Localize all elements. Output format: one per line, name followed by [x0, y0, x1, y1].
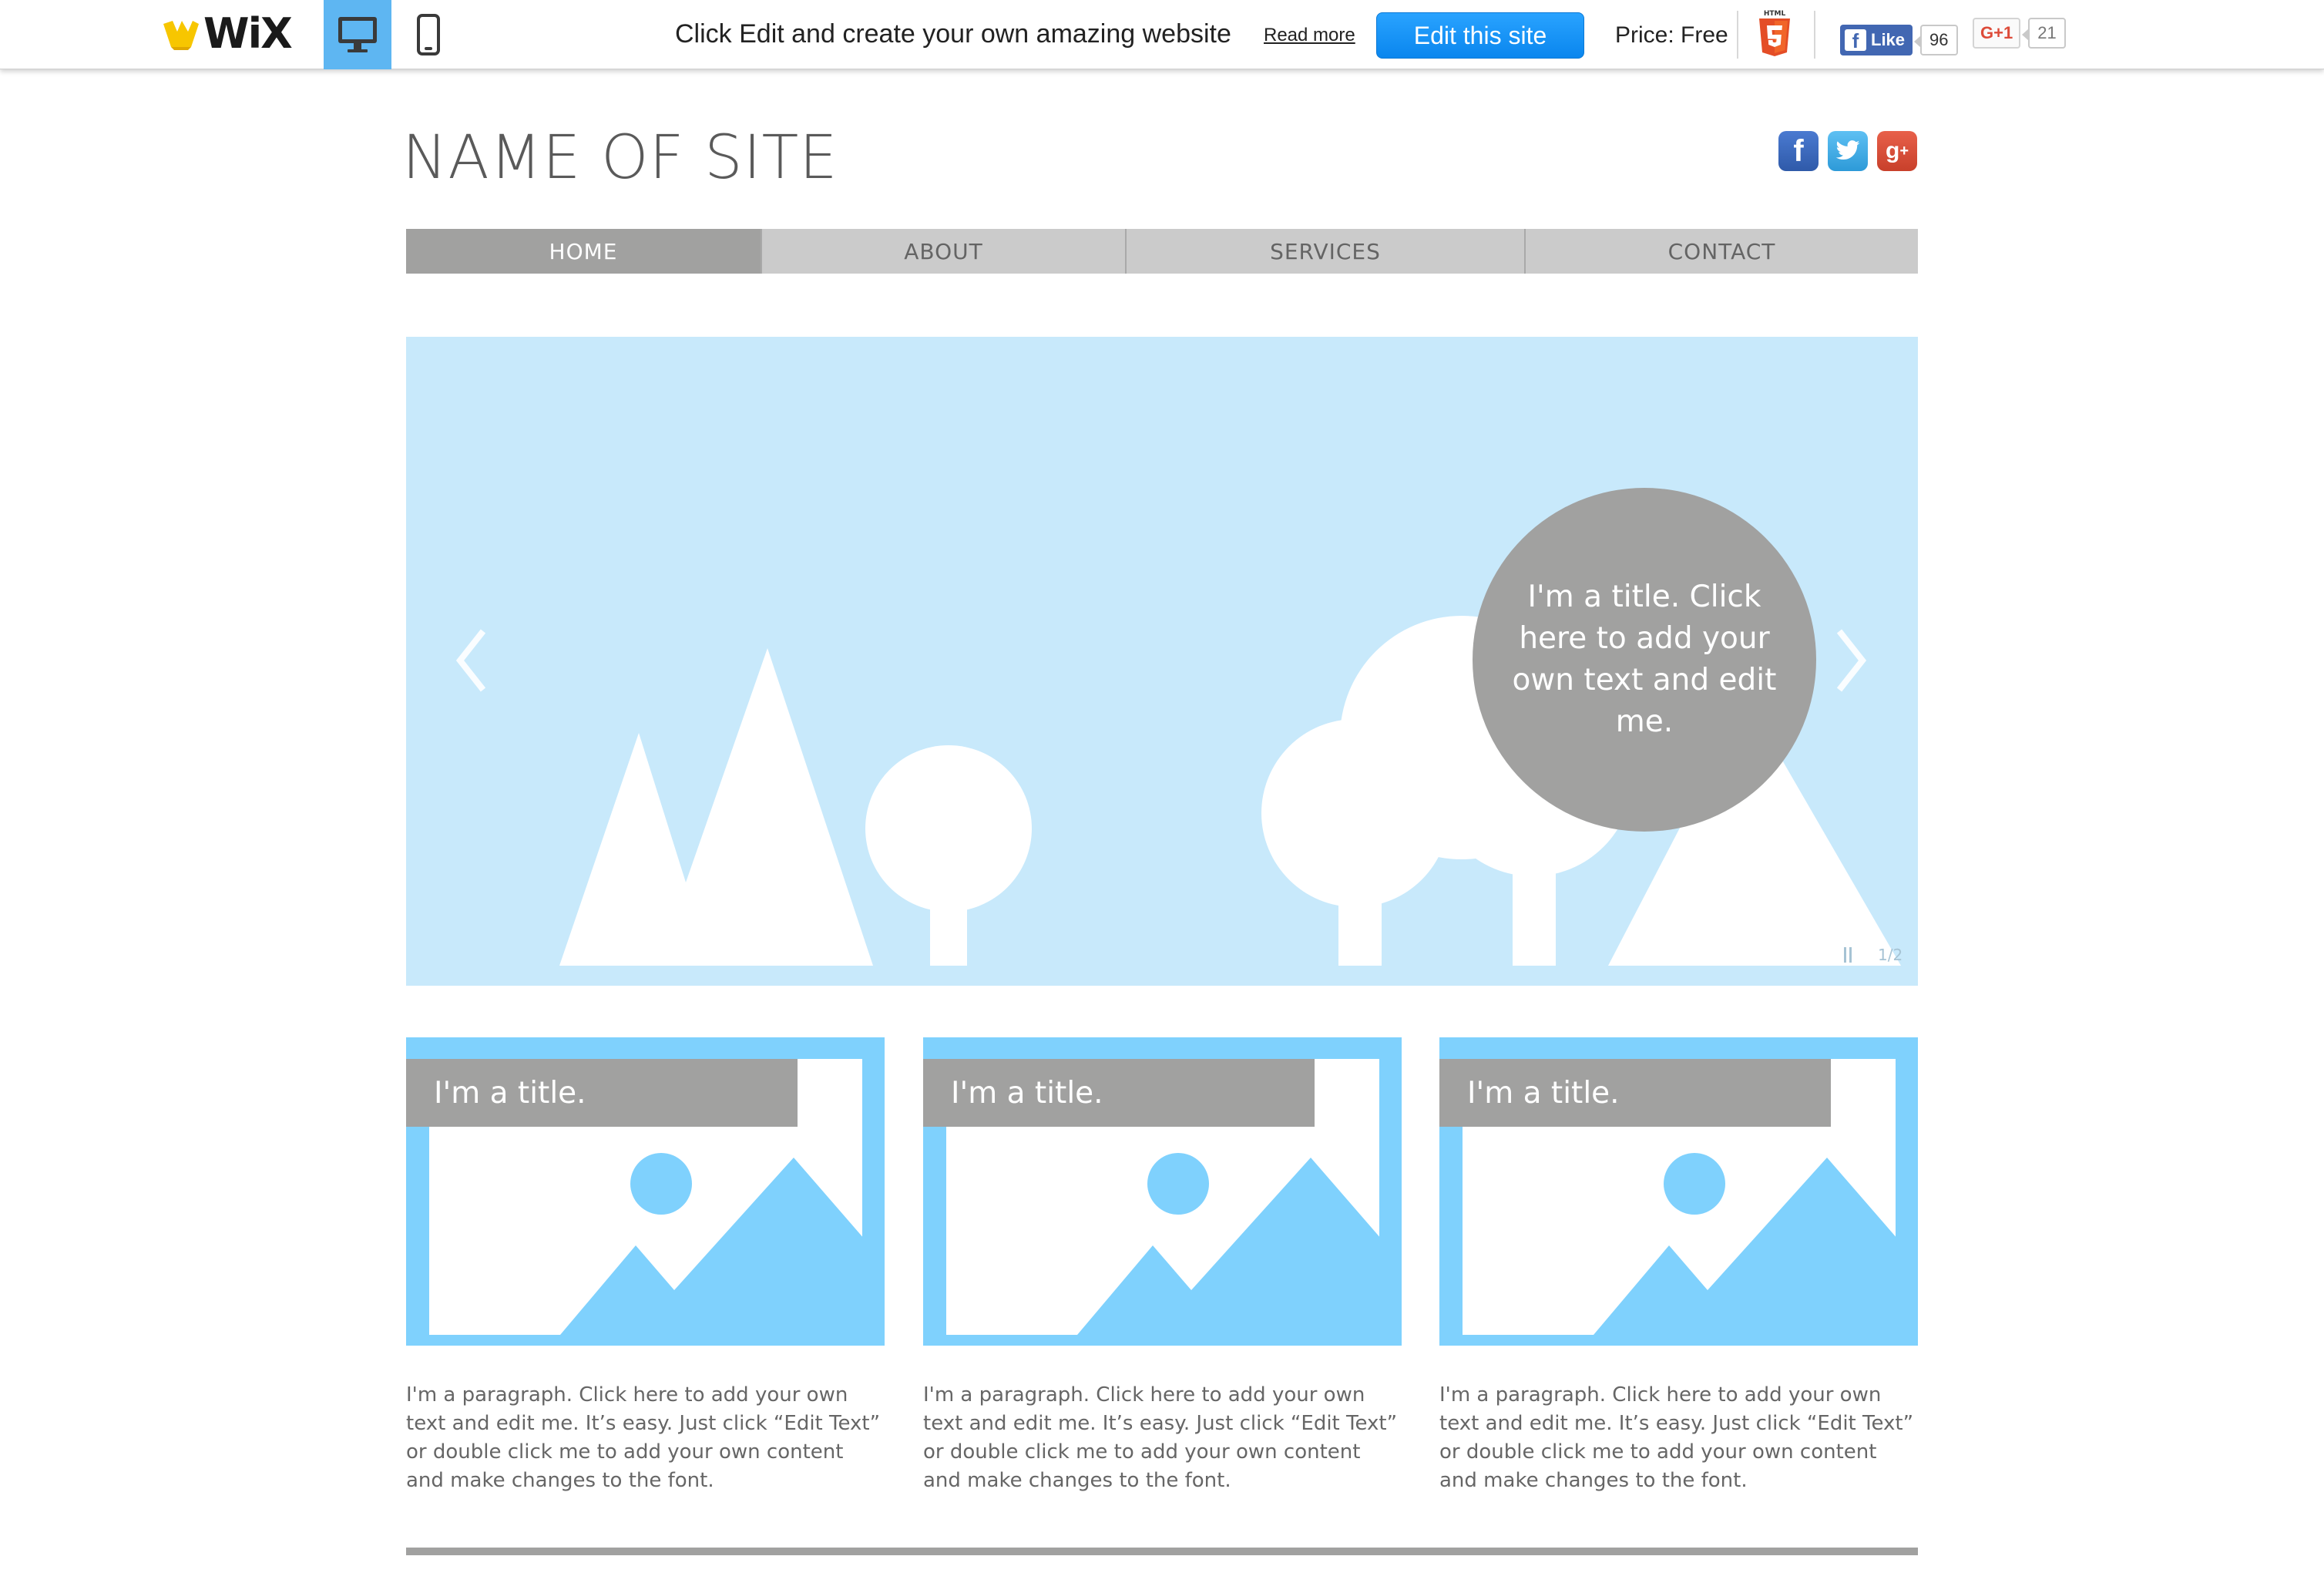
feature-card: I'm a title. I'm a paragraph. Click here…	[406, 1037, 885, 1495]
feature-card: I'm a title. I'm a paragraph. Click here…	[1439, 1037, 1918, 1495]
wix-logo-text: WiX	[203, 9, 293, 58]
card-title[interactable]: I'm a title.	[434, 1076, 586, 1111]
twitter-icon[interactable]	[1828, 131, 1868, 171]
slide-counter: 1/2	[1878, 946, 1903, 964]
pause-icon[interactable]	[1844, 947, 1852, 963]
divider	[1814, 11, 1815, 59]
chevron-right-icon	[1836, 629, 1867, 692]
google-plus-button[interactable]: G+1	[1973, 18, 2021, 49]
mobile-icon	[417, 14, 440, 55]
hero-slideshow[interactable]: I'm a title. Click here to add your own …	[406, 337, 1918, 986]
site-title[interactable]: NAME OF SITE	[402, 123, 838, 193]
nav-item-services[interactable]: SERVICES	[1127, 229, 1526, 274]
hero-title: I'm a title. Click here to add your own …	[1512, 580, 1777, 739]
slideshow-next-arrow[interactable]	[1829, 622, 1875, 699]
chevron-left-icon	[455, 629, 486, 692]
card-title-bar: I'm a title.	[923, 1059, 1315, 1127]
card-title-bar: I'm a title.	[1439, 1059, 1831, 1127]
facebook-icon[interactable]: f	[1778, 131, 1819, 171]
desktop-view-button[interactable]	[324, 0, 391, 69]
card-paragraph[interactable]: I'm a paragraph. Click here to add your …	[406, 1381, 885, 1495]
facebook-like-widget: f Like 96	[1840, 25, 1958, 55]
html5-icon: HTML	[1757, 8, 1792, 57]
card-paragraph[interactable]: I'm a paragraph. Click here to add your …	[1439, 1381, 1918, 1495]
promo-text: Click Edit and create your own amazing w…	[675, 19, 1231, 49]
mobile-view-button[interactable]	[395, 0, 462, 69]
facebook-icon: f	[1845, 29, 1866, 52]
main-navigation: HOME ABOUT SERVICES CONTACT	[406, 229, 1918, 274]
divider	[1737, 11, 1738, 59]
feature-card: I'm a title. I'm a paragraph. Click here…	[923, 1037, 1402, 1495]
wix-top-bar: WiX Click Edit and create your own amazi…	[0, 0, 2324, 69]
card-title[interactable]: I'm a title.	[1467, 1076, 1620, 1111]
wix-logo[interactable]: WiX	[160, 9, 293, 58]
card-title[interactable]: I'm a title.	[951, 1076, 1103, 1111]
google-plus-count: 21	[2022, 18, 2066, 49]
card-image-placeholder[interactable]: I'm a title.	[923, 1037, 1402, 1346]
facebook-like-button[interactable]: f Like	[1840, 25, 1913, 55]
facebook-like-count: 96	[1913, 25, 1958, 55]
price-label: Price: Free	[1615, 22, 1728, 48]
nav-item-about[interactable]: ABOUT	[762, 229, 1127, 274]
hero-title-circle[interactable]: I'm a title. Click here to add your own …	[1473, 488, 1816, 832]
read-more-link[interactable]: Read more	[1264, 23, 1355, 48]
slideshow-prev-arrow[interactable]	[448, 622, 494, 699]
footer-divider	[406, 1548, 1918, 1555]
google-plus-icon[interactable]: g +	[1877, 131, 1917, 171]
card-paragraph[interactable]: I'm a paragraph. Click here to add your …	[923, 1381, 1402, 1495]
card-image-placeholder[interactable]: I'm a title.	[406, 1037, 885, 1346]
svg-text:HTML: HTML	[1764, 10, 1786, 18]
wix-crown-icon	[160, 16, 202, 52]
card-title-bar: I'm a title.	[406, 1059, 798, 1127]
nav-item-home[interactable]: HOME	[406, 229, 762, 274]
nav-item-contact[interactable]: CONTACT	[1526, 229, 1918, 274]
card-image-placeholder[interactable]: I'm a title.	[1439, 1037, 1918, 1346]
facebook-like-label: Like	[1871, 30, 1906, 49]
edit-site-button[interactable]: Edit this site	[1376, 12, 1584, 59]
desktop-icon	[338, 17, 377, 52]
google-plus-widget: G+1 21	[1973, 17, 2066, 49]
